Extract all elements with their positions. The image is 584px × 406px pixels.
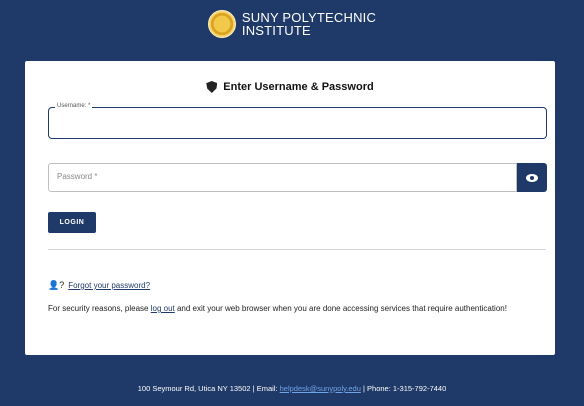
logo[interactable]: SUNY POLYTECHNIC INSTITUTE [207,10,376,38]
logout-link[interactable]: log out [151,304,175,313]
user-question-icon: 👤? [48,280,65,290]
footer-phone: | Phone: 1-315-792-7440 [360,384,447,393]
show-password-button[interactable] [517,163,547,192]
university-seal-icon [207,10,236,38]
security-suffix: and exit your web browser when you are d… [174,304,507,313]
username-field[interactable]: Username: * [48,103,547,139]
forgot-password-row: 👤? Forgot your password? [48,280,150,291]
logo-text: SUNY POLYTECHNIC INSTITUTE [242,11,376,37]
shield-icon [206,81,218,93]
username-label: Username: * [55,103,93,109]
password-field[interactable]: Password * [48,163,517,192]
forgot-password-link[interactable]: Forgot your password? [68,281,150,290]
footer-email-link[interactable]: helpdesk@sunypoly.edu [280,384,361,393]
security-notice: For security reasons, please log out and… [48,304,548,314]
logo-line-2: INSTITUTE [241,23,311,38]
page-footer: 100 Seymour Rd, Utica NY 13502 | Email: … [0,384,584,393]
footer-address: 100 Seymour Rd, Utica NY 13502 | Email: [137,384,280,393]
divider [48,249,546,250]
eye-icon [526,173,538,182]
security-prefix: For security reasons, please [48,304,151,313]
card-title: Enter Username & Password [25,81,555,93]
login-card: Enter Username & Password Username: * Pa… [25,61,555,355]
page-header: SUNY POLYTECHNIC INSTITUTE [0,0,584,48]
card-title-text: Enter Username & Password [223,81,374,93]
login-button[interactable]: LOGIN [48,212,96,233]
password-placeholder: Password * [57,172,98,181]
